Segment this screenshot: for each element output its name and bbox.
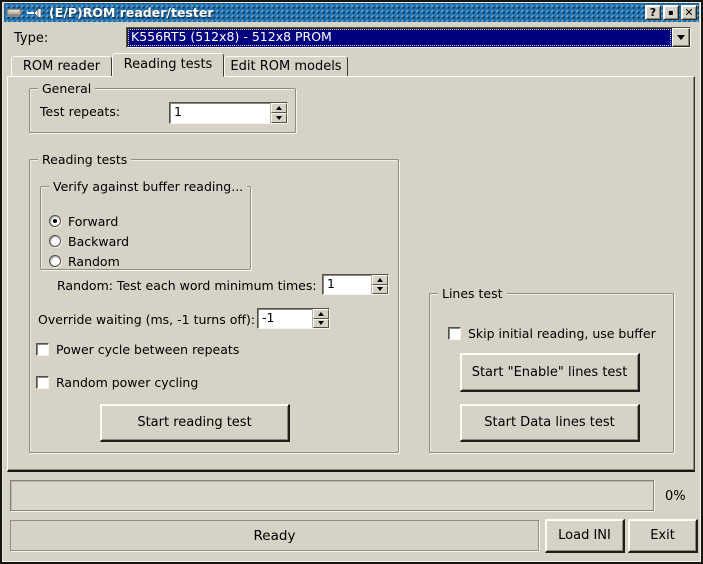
arrow-down-icon: [276, 116, 282, 120]
radio-forward-circle[interactable]: [49, 215, 61, 227]
progress-percent-label: 0%: [665, 489, 686, 504]
start-data-lines-test-button[interactable]: Start Data lines test: [460, 404, 640, 442]
general-groupbox: General Test repeats: 1: [29, 88, 296, 133]
close-button[interactable]: ✕: [681, 5, 697, 20]
radio-forward[interactable]: Forward: [49, 213, 118, 229]
start-reading-test-button[interactable]: Start reading test: [100, 404, 290, 442]
random-min-times-spinedit[interactable]: 1: [322, 274, 389, 295]
rom-type-selected-value[interactable]: K556RT5 (512x8) - 512x8 PROM: [127, 28, 672, 47]
arrow-down-icon: [318, 321, 324, 325]
radio-backward-circle[interactable]: [49, 235, 61, 247]
radio-forward-label: Forward: [68, 214, 118, 229]
combobox-dropdown-button[interactable]: [672, 28, 690, 47]
test-repeats-spinedit[interactable]: 1: [169, 102, 288, 124]
override-waiting-value[interactable]: -1: [258, 309, 312, 328]
spin-down-button[interactable]: [313, 319, 329, 329]
general-groupbox-title: General: [38, 81, 95, 96]
load-ini-button[interactable]: Load INI: [545, 519, 625, 553]
test-repeats-spinner: [270, 103, 287, 123]
exit-button[interactable]: Exit: [628, 519, 698, 553]
test-repeats-label: Test repeats:: [40, 104, 120, 119]
tab-reading-tests[interactable]: Reading tests: [112, 53, 224, 77]
random-power-checkbox[interactable]: Random power cycling: [36, 374, 198, 390]
spin-up-button[interactable]: [372, 275, 388, 285]
spin-down-button[interactable]: [271, 113, 287, 123]
app-window: (E/P)ROM reader/tester ? ▪ ✕ Type: K556R…: [0, 0, 703, 564]
window-client-area: (E/P)ROM reader/tester ? ▪ ✕ Type: K556R…: [2, 2, 701, 562]
lines-test-groupbox-title: Lines test: [438, 286, 507, 301]
test-repeats-value[interactable]: 1: [170, 103, 270, 123]
power-cycle-checkbox-box[interactable]: [36, 343, 49, 356]
maximize-button[interactable]: ▪: [663, 5, 679, 20]
arrow-up-icon: [276, 106, 282, 110]
chevron-down-icon: [677, 35, 685, 40]
status-text: Ready: [254, 528, 296, 544]
random-power-checkbox-label: Random power cycling: [56, 375, 198, 390]
titlebar[interactable]: (E/P)ROM reader/tester ? ▪ ✕: [4, 3, 699, 22]
start-enable-lines-test-button[interactable]: Start "Enable" lines test: [460, 353, 640, 392]
override-waiting-label: Override waiting (ms, -1 turns off):: [38, 312, 255, 327]
radio-random[interactable]: Random: [49, 253, 120, 269]
lines-test-groupbox: Lines test Skip initial reading, use buf…: [429, 293, 674, 453]
reading-tests-groupbox: Reading tests Verify against buffer read…: [29, 159, 399, 453]
verify-groupbox-title: Verify against buffer reading...: [49, 179, 247, 194]
arrow-down-icon: [377, 287, 383, 291]
spin-up-button[interactable]: [313, 309, 329, 319]
spin-up-button[interactable]: [271, 103, 287, 113]
progress-bar: [10, 480, 654, 511]
radio-random-circle[interactable]: [49, 255, 61, 267]
eprom-chip-icon: [6, 7, 24, 19]
skip-initial-reading-checkbox[interactable]: Skip initial reading, use buffer: [448, 325, 656, 341]
window-title: (E/P)ROM reader/tester: [49, 5, 643, 20]
radio-backward-label: Backward: [68, 234, 129, 249]
random-min-times-value[interactable]: 1: [323, 275, 371, 294]
override-waiting-spinedit[interactable]: -1: [257, 308, 330, 329]
power-cycle-checkbox[interactable]: Power cycle between repeats: [36, 341, 239, 357]
power-cycle-checkbox-label: Power cycle between repeats: [56, 342, 239, 357]
override-waiting-spinner: [312, 309, 329, 328]
radio-random-label: Random: [68, 254, 120, 269]
reading-tests-groupbox-title: Reading tests: [38, 152, 131, 167]
status-panel: Ready: [10, 520, 539, 551]
pin-icon: [27, 7, 43, 19]
skip-initial-reading-checkbox-label: Skip initial reading, use buffer: [468, 326, 656, 341]
tab-edit-rom-models[interactable]: Edit ROM models: [224, 56, 348, 77]
help-button[interactable]: ?: [645, 5, 661, 20]
verify-groupbox: Verify against buffer reading... Forward…: [40, 186, 251, 270]
rom-type-combobox[interactable]: K556RT5 (512x8) - 512x8 PROM: [126, 27, 691, 48]
type-label: Type:: [14, 31, 48, 46]
arrow-up-icon: [318, 312, 324, 316]
tab-rom-reader[interactable]: ROM reader: [11, 56, 112, 77]
spin-down-button[interactable]: [372, 285, 388, 295]
random-min-times-spinner: [371, 275, 388, 294]
radio-backward[interactable]: Backward: [49, 233, 129, 249]
arrow-up-icon: [377, 278, 383, 282]
random-min-times-label: Random: Test each word minimum times:: [57, 278, 317, 293]
random-power-checkbox-box[interactable]: [36, 376, 49, 389]
reading-tests-tabsheet: General Test repeats: 1 Reading tests Ve…: [7, 76, 695, 472]
skip-initial-reading-checkbox-box[interactable]: [448, 327, 461, 340]
